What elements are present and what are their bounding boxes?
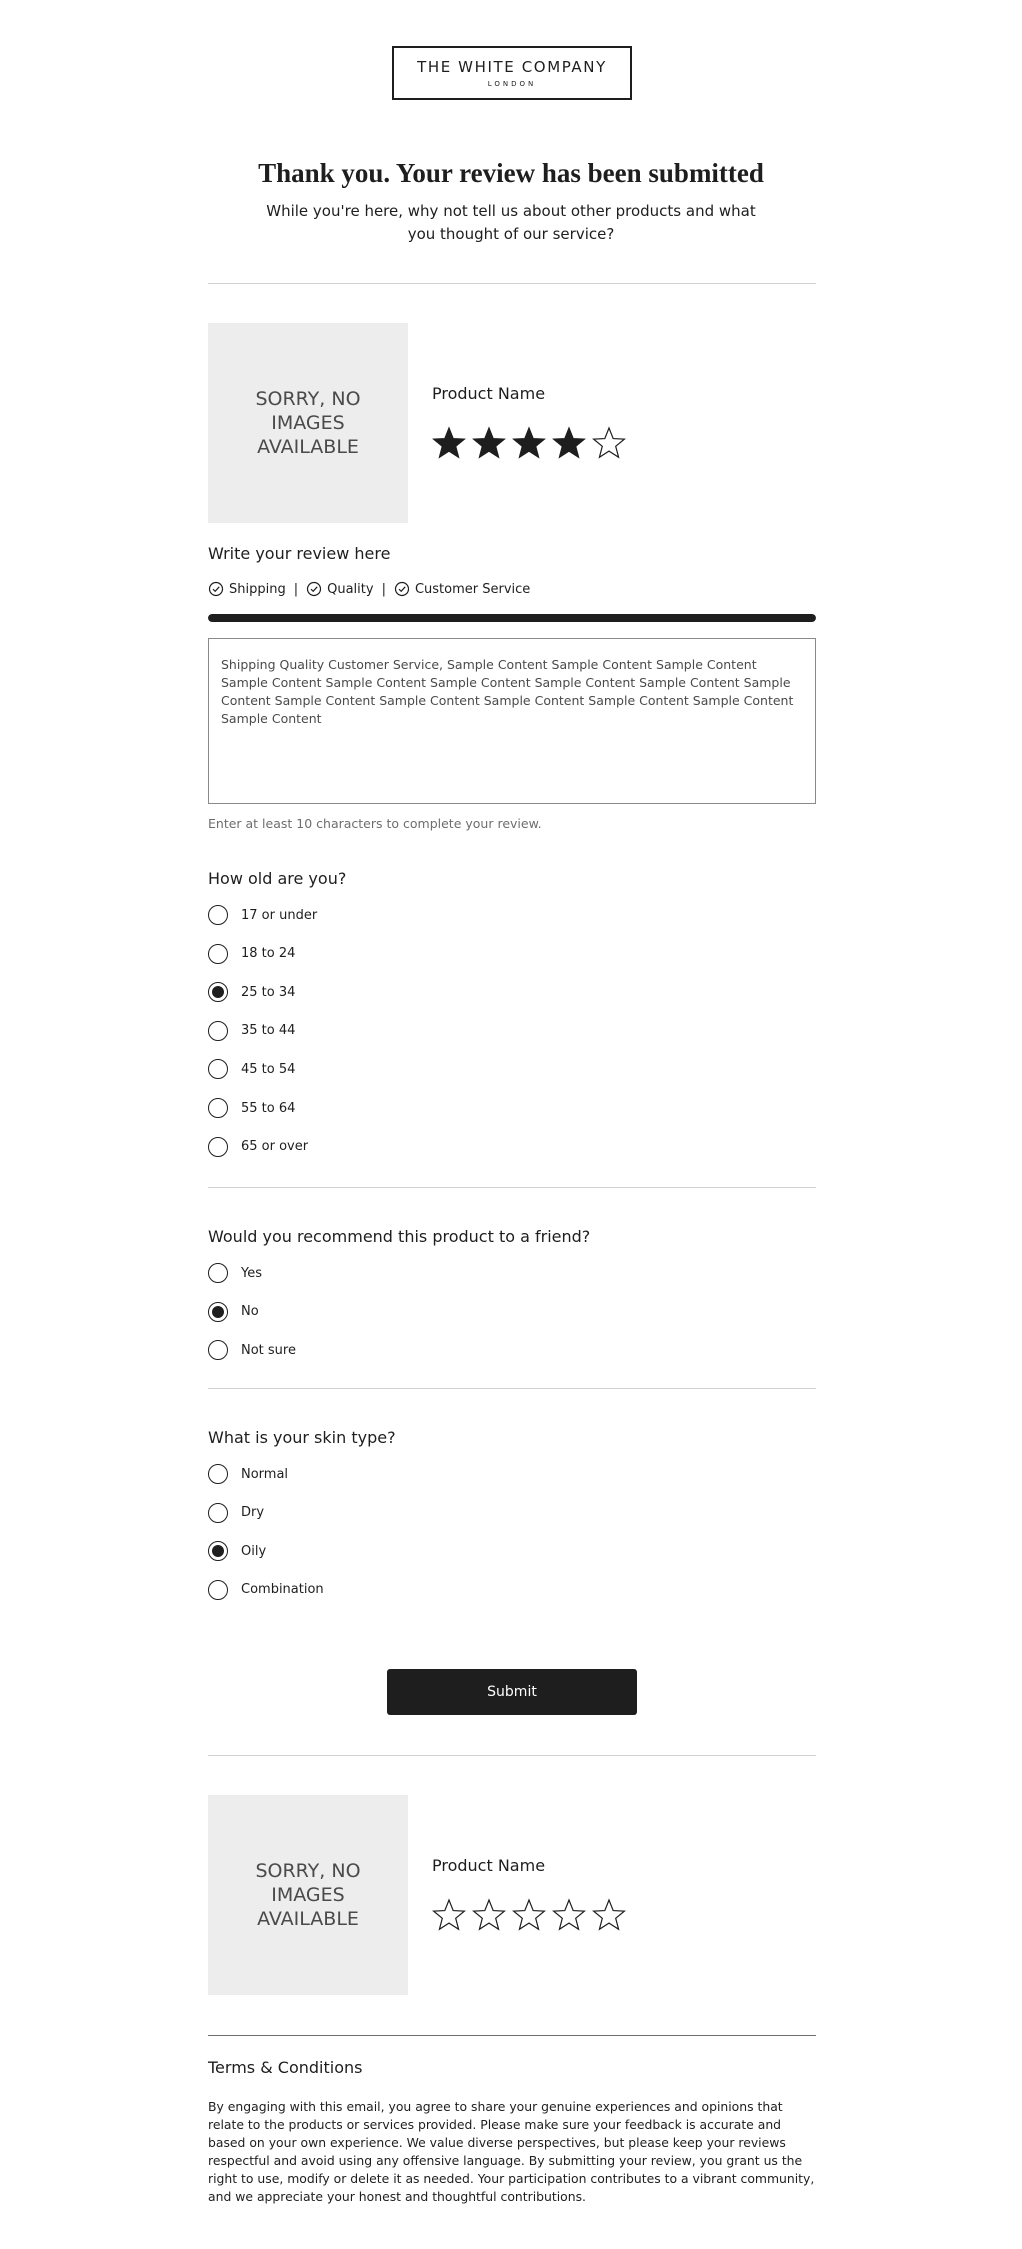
radio-label: Normal bbox=[241, 1466, 289, 1482]
radio-option[interactable]: Normal bbox=[208, 1463, 288, 1485]
review-tag[interactable]: Shipping bbox=[208, 581, 286, 597]
radio-option[interactable]: Dry bbox=[208, 1502, 264, 1524]
radio-label: 17 or under bbox=[241, 907, 318, 923]
radio-option[interactable]: Combination bbox=[208, 1579, 324, 1601]
star-filled-icon[interactable] bbox=[552, 425, 592, 461]
age-question-label: How old are you? bbox=[208, 869, 347, 888]
review-tag-label: Shipping bbox=[229, 581, 286, 597]
radio-label: Combination bbox=[241, 1582, 324, 1598]
radio-button[interactable] bbox=[208, 1263, 228, 1283]
radio-label: 55 to 64 bbox=[241, 1100, 296, 1116]
brand-name: THE WHITE COMPANY bbox=[417, 58, 607, 76]
radio-label: 65 or over bbox=[241, 1139, 309, 1155]
radio-button[interactable] bbox=[208, 982, 228, 1003]
radio-label: 35 to 44 bbox=[241, 1023, 296, 1039]
radio-option[interactable]: 17 or under bbox=[208, 904, 317, 926]
radio-button[interactable] bbox=[208, 1301, 228, 1322]
recommend-question-label: Would you recommend this product to a fr… bbox=[208, 1227, 591, 1246]
star-filled-icon[interactable] bbox=[432, 425, 472, 461]
radio-option[interactable]: Not sure bbox=[208, 1339, 296, 1361]
review-tags: Shipping | Quality | Customer Service bbox=[208, 581, 530, 597]
radio-label: 25 to 34 bbox=[241, 984, 296, 1000]
radio-option[interactable]: 25 to 34 bbox=[208, 981, 295, 1003]
star-outline-icon[interactable] bbox=[592, 1897, 632, 1933]
review-progress-bar bbox=[208, 614, 816, 622]
radio-button[interactable] bbox=[208, 1136, 228, 1157]
star-outline-icon[interactable] bbox=[552, 1897, 592, 1933]
divider bbox=[208, 1187, 816, 1188]
radio-button[interactable] bbox=[208, 1020, 228, 1041]
product-image-placeholder: SORRY, NO IMAGES AVAILABLE bbox=[208, 323, 408, 523]
radio-label: 18 to 24 bbox=[241, 946, 296, 962]
radio-option[interactable]: 65 or over bbox=[208, 1136, 308, 1158]
check-circle-icon bbox=[208, 581, 224, 597]
divider bbox=[208, 283, 816, 284]
radio-option[interactable]: Yes bbox=[208, 1262, 262, 1284]
radio-button[interactable] bbox=[208, 943, 228, 964]
radio-label: Dry bbox=[241, 1505, 265, 1521]
check-circle-icon bbox=[394, 581, 410, 597]
radio-label: Yes bbox=[241, 1265, 262, 1281]
radio-label: Not sure bbox=[241, 1342, 296, 1358]
terms-body: By engaging with this email, you agree t… bbox=[208, 2099, 815, 2204]
radio-option[interactable]: No bbox=[208, 1301, 259, 1323]
tag-separator: | bbox=[293, 581, 299, 597]
star-filled-icon[interactable] bbox=[472, 425, 512, 461]
star-rating[interactable] bbox=[432, 425, 632, 461]
radio-button[interactable] bbox=[208, 1464, 228, 1484]
radio-option[interactable]: 18 to 24 bbox=[208, 943, 295, 965]
radio-selected-dot bbox=[212, 1545, 224, 1558]
brand-logo[interactable]: THE WHITE COMPANY LONDON bbox=[392, 46, 632, 100]
tag-separator: | bbox=[381, 581, 386, 597]
radio-button[interactable] bbox=[208, 1541, 228, 1562]
star-rating[interactable] bbox=[432, 1897, 632, 1933]
star-outline-icon[interactable] bbox=[592, 425, 632, 461]
submit-button[interactable]: Submit bbox=[387, 1669, 637, 1715]
product-image-placeholder: SORRY, NO IMAGES AVAILABLE bbox=[208, 1795, 408, 1995]
brand-subtitle: LONDON bbox=[487, 80, 537, 88]
radio-button[interactable] bbox=[208, 1340, 228, 1361]
product-name: Product Name bbox=[432, 384, 546, 403]
review-progress-fill bbox=[208, 614, 816, 622]
divider bbox=[208, 1388, 816, 1389]
no-image-text: SORRY, NO IMAGES AVAILABLE bbox=[255, 388, 361, 458]
product-name: Product Name bbox=[432, 1856, 546, 1875]
review-textarea[interactable]: Shipping Quality Customer Service, Sampl… bbox=[208, 638, 816, 804]
star-outline-icon[interactable] bbox=[472, 1897, 512, 1933]
radio-label: Oily bbox=[241, 1543, 267, 1559]
radio-label: No bbox=[241, 1304, 259, 1320]
radio-selected-dot bbox=[212, 1305, 224, 1318]
radio-option[interactable]: 45 to 54 bbox=[208, 1058, 295, 1080]
star-outline-icon[interactable] bbox=[432, 1897, 472, 1933]
star-outline-icon[interactable] bbox=[512, 1897, 552, 1933]
confirmation-subtitle: While you're here, why not tell us about… bbox=[266, 202, 756, 243]
star-filled-icon[interactable] bbox=[512, 425, 552, 461]
terms-title: Terms & Conditions bbox=[208, 2058, 363, 2077]
no-image-text: SORRY, NO IMAGES AVAILABLE bbox=[255, 1860, 361, 1930]
review-tag[interactable]: Customer Service bbox=[394, 581, 530, 597]
review-hint: Enter at least 10 characters to complete… bbox=[208, 816, 542, 831]
skin-question-label: What is your skin type? bbox=[208, 1428, 396, 1447]
radio-button[interactable] bbox=[208, 905, 228, 925]
radio-label: 45 to 54 bbox=[241, 1061, 296, 1077]
review-tag[interactable]: Quality bbox=[306, 581, 374, 597]
review-tag-label: Quality bbox=[327, 581, 374, 597]
radio-button[interactable] bbox=[208, 1579, 228, 1600]
radio-button[interactable] bbox=[208, 1059, 228, 1080]
confirmation-title: Thank you. Your review has been submitte… bbox=[258, 158, 764, 188]
divider bbox=[208, 1755, 816, 1756]
radio-selected-dot bbox=[212, 986, 224, 999]
review-tag-label: Customer Service bbox=[414, 581, 531, 597]
divider bbox=[208, 2035, 816, 2036]
radio-button[interactable] bbox=[208, 1098, 228, 1118]
radio-option[interactable]: 55 to 64 bbox=[208, 1097, 295, 1119]
radio-button[interactable] bbox=[208, 1502, 228, 1523]
radio-option[interactable]: 35 to 44 bbox=[208, 1020, 295, 1042]
check-circle-icon bbox=[307, 581, 322, 597]
review-label: Write your review here bbox=[208, 544, 391, 563]
radio-option[interactable]: Oily bbox=[208, 1540, 266, 1562]
